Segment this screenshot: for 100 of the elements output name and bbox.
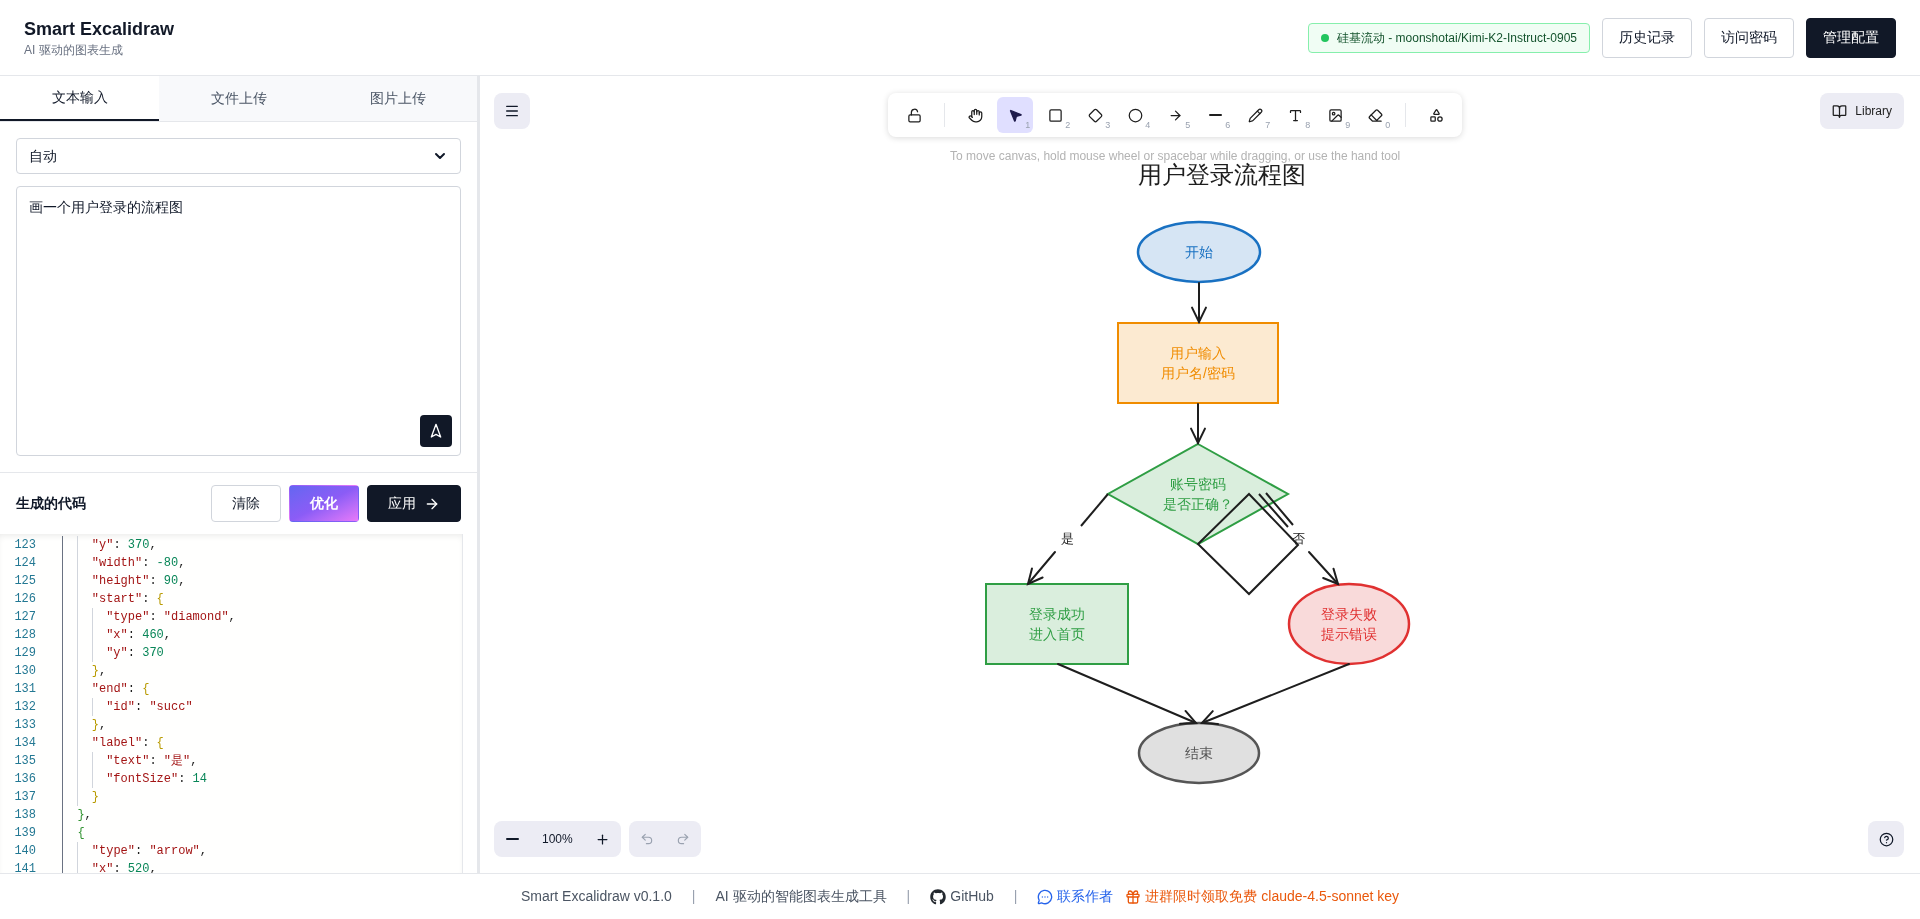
code-line: "height": 90, [91,573,186,590]
line-number: 127 [13,609,36,626]
github-icon [930,888,947,905]
line-number: 132 [13,699,36,716]
line-number: 123 [13,537,36,554]
plus-icon [595,831,611,847]
header-button[interactable]: 管理配置 [1806,17,1896,58]
footer-text: AI 驱动的智能图表生成工具 [715,887,887,906]
code-line: "end": { [91,681,150,698]
line-number: 141 [13,861,36,873]
line-number: 128 [13,627,36,644]
code-line: "y": 370, [91,537,157,554]
eraser-icon [1367,107,1383,123]
line-number: 136 [13,771,36,788]
code-line: "start": { [91,591,164,608]
code-editor[interactable] [0,534,463,873]
help-button[interactable] [1868,821,1904,857]
model-name: 硅基流动 - moonshotai/Kimi-K2-Instruct-0905 [1336,29,1577,47]
code-line: "fontSize": 14 [106,771,207,788]
image-icon [1327,107,1343,123]
line-number: 126 [13,591,36,608]
code-button[interactable]: 应用 [367,485,461,522]
line-number: 140 [13,843,36,860]
arrow [1190,403,1206,446]
line-icon [1208,114,1222,116]
footer-text: Smart Excalidraw v0.1.0 [520,887,672,906]
diamond-icon [1087,107,1103,123]
header-button[interactable]: 访问密码 [1704,17,1794,58]
code-line: } [91,789,99,806]
unlock-icon [906,107,922,123]
code-line: }, [91,663,107,680]
chat-icon [1037,888,1054,905]
line-number: 133 [13,717,36,734]
pencil-icon [1247,107,1263,123]
code-line: { [77,825,85,842]
connector-line [1080,493,1109,527]
line-number: 137 [13,789,36,806]
app-title: Smart Excalidraw [24,17,175,41]
github-link[interactable]: GitHub [930,886,994,907]
separator: | [906,887,911,906]
arrow [1308,551,1340,586]
edge-label: 是 [1060,531,1074,546]
line-number: 131 [13,681,36,698]
model-badge[interactable]: 硅基流动 - moonshotai/Kimi-K2-Instruct-0905 [1307,22,1590,53]
line-number: 139 [13,825,36,842]
zoom-level[interactable]: 100% [530,830,585,848]
code-line: "x": 460, [106,627,171,644]
separator: | [1013,887,1018,906]
code-button[interactable]: 优化 [289,485,359,522]
menu-icon [504,103,520,119]
section-title: 生成的代码 [16,494,86,513]
code-line: "width": -80, [91,555,186,572]
tab[interactable]: 文件上传 [159,76,318,121]
code-button[interactable]: 清除 [211,485,281,522]
undo-icon [639,832,654,846]
gift-icon [1125,888,1142,905]
arrow [1026,551,1056,586]
separator: | [691,887,696,906]
node-label: 登录成功 进入首页 [1029,606,1085,642]
pointer-icon [1007,107,1023,123]
prompt-textarea[interactable]: 画一个用户登录的流程图 [16,186,461,456]
header-button[interactable]: 历史记录 [1602,17,1692,58]
line-number: 135 [13,753,36,770]
connector-line [1258,492,1294,528]
send-button[interactable] [420,415,452,447]
line-number: 125 [13,573,36,590]
hand-icon [967,107,983,123]
book-icon [1832,103,1848,119]
mode-select[interactable]: 自动 [16,138,461,174]
node-label: 登录失败 提示错误 [1321,606,1377,642]
text-icon [1287,107,1303,123]
paper-plane-icon [428,423,444,439]
line-number: 124 [13,555,36,572]
help-icon [1878,831,1894,847]
code-line: "label": { [91,735,164,752]
tab[interactable]: 图片上传 [318,76,477,121]
code-line: "y": 370 [106,645,164,662]
promo-link[interactable]: 进群限时领取免费 claude-4.5-sonnet key [1125,886,1400,907]
square-icon [1047,107,1063,123]
minus-icon [505,838,519,840]
code-line: "type": "arrow", [91,843,208,860]
line-number: 129 [13,645,36,662]
contact-link[interactable]: 联系作者 [1037,886,1114,907]
node-label: 用户输入 用户名/密码 [1161,345,1235,381]
library-button[interactable]: Library [1820,93,1904,129]
node-label: 账号密码 是否正确？ [1163,476,1233,512]
app-subtitle: AI 驱动的图表生成 [24,41,124,59]
line-number: 130 [13,663,36,680]
canvas-hint: To move canvas, hold mouse wheel or spacebar while dragging, or use the hand tool [950,148,1401,163]
code-line: }, [77,807,92,824]
circle-icon [1127,107,1143,123]
node-label: 结束 [1185,745,1213,761]
code-line: "text": "是", [106,753,198,770]
line-number: 138 [13,807,36,824]
code-line: }, [91,717,107,734]
code-line: "type": "diamond", [106,609,236,626]
shapes-icon [1428,107,1444,123]
arrow [1191,282,1207,325]
redo-icon [675,832,690,846]
menu-button[interactable] [494,93,530,129]
